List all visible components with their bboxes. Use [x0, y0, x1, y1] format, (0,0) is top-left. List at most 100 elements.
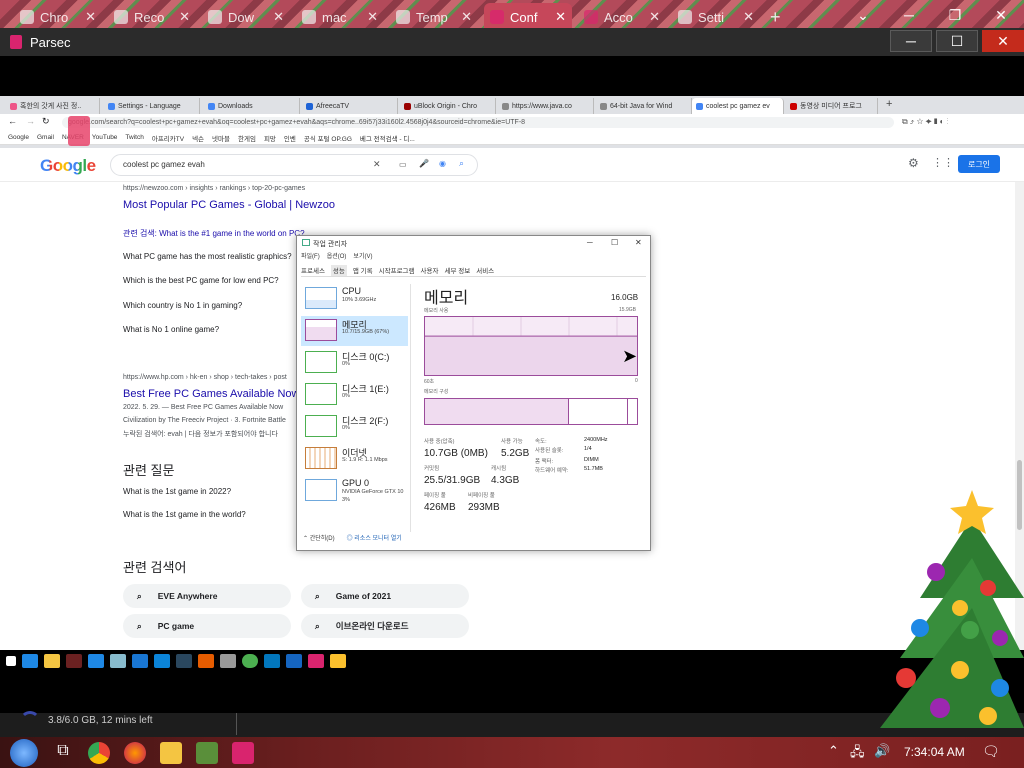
- bookmark[interactable]: Twitch: [125, 134, 143, 141]
- clear-icon[interactable]: ✕: [373, 159, 381, 170]
- menu-view[interactable]: 보기(V): [353, 251, 372, 260]
- notifications-icon[interactable]: 🗨: [982, 743, 1000, 760]
- outer-tab-1[interactable]: Chro ✕: [14, 3, 102, 31]
- inner-tab[interactable]: 혹한의 갓게 사진 정..: [6, 98, 100, 114]
- paa-question[interactable]: What is the 1st game in the world?: [123, 510, 246, 519]
- new-tab-button[interactable]: +: [764, 3, 788, 31]
- new-tab-button[interactable]: +: [886, 98, 892, 110]
- resource-monitor-link[interactable]: ◎ 리소스 모니터 열기: [347, 533, 402, 542]
- related-search-link[interactable]: 관련 검색: What is the #1 game in the world …: [123, 228, 305, 239]
- app-icon[interactable]: [286, 654, 302, 668]
- chrome-icon[interactable]: [88, 741, 110, 764]
- chrome-icon[interactable]: [242, 654, 258, 668]
- bookmark[interactable]: 인벤: [284, 133, 296, 143]
- perf-item-memory[interactable]: 메모리 10.7/15.9GB (67%): [301, 316, 408, 346]
- outer-tab-4[interactable]: mac ✕: [296, 3, 384, 31]
- related-chip[interactable]: ⌕ EVE Anywhere: [123, 584, 291, 608]
- google-logo[interactable]: Google: [40, 156, 96, 176]
- inner-tab[interactable]: Downloads: [204, 98, 300, 114]
- inner-tab[interactable]: https://www.java.co: [498, 98, 594, 114]
- mic-icon[interactable]: 🎤: [419, 159, 429, 168]
- bookmark[interactable]: 피망: [264, 133, 276, 143]
- volume-icon[interactable]: 🔊: [874, 743, 890, 759]
- close-icon[interactable]: ✕: [179, 9, 190, 25]
- bookmark[interactable]: YouTube: [92, 134, 118, 141]
- search-icon[interactable]: ⌕: [459, 158, 464, 169]
- outer-tab-7[interactable]: Acco ✕: [578, 3, 666, 31]
- back-icon[interactable]: ←: [8, 116, 17, 126]
- paa-question[interactable]: Which is the best PC game for low end PC…: [123, 276, 279, 285]
- result-title-link[interactable]: Best Free PC Games Available Now: [123, 388, 299, 400]
- url-field[interactable]: google.com/search?q=coolest+pc+gamez+eva…: [62, 117, 894, 128]
- fewer-details-button[interactable]: ⌃ 간단히(D): [303, 533, 335, 542]
- paa-question[interactable]: What is the 1st game in 2022?: [123, 487, 231, 496]
- firefox-icon[interactable]: [124, 741, 146, 764]
- settings-gear-icon[interactable]: ⚙: [908, 156, 919, 170]
- extensions-icon[interactable]: ⧉ ⤴ ☆ ✦ ❚ ◐ ⋮: [902, 117, 949, 127]
- edge-icon[interactable]: [132, 654, 148, 668]
- bookmark[interactable]: 넷마블: [212, 133, 230, 143]
- reload-icon[interactable]: ↻: [42, 116, 50, 127]
- bookmark[interactable]: 베그 전적검색 - 디...: [360, 133, 415, 143]
- tab-processes[interactable]: 프로세스: [301, 265, 325, 276]
- bookmark[interactable]: 공식 포털 OP.GG: [304, 133, 352, 143]
- bookmark[interactable]: Gmail: [37, 134, 54, 141]
- parsec-icon[interactable]: [308, 654, 324, 668]
- perf-item-disk1[interactable]: 디스크 1(E:) 0%: [301, 380, 408, 410]
- outer-tab-5[interactable]: Temp ✕: [390, 3, 478, 31]
- app-icon[interactable]: [330, 654, 346, 668]
- minimize-button[interactable]: ─: [587, 238, 593, 247]
- tab-app-history[interactable]: 앱 기록: [353, 265, 373, 276]
- tray-chevron-icon[interactable]: ⌃: [828, 743, 839, 759]
- network-icon[interactable]: 🖧: [850, 743, 865, 765]
- outer-tab-8[interactable]: Setti ✕: [672, 3, 760, 31]
- camera-icon[interactable]: ◉: [439, 159, 446, 168]
- keyboard-icon[interactable]: ▭: [399, 160, 407, 169]
- close-icon[interactable]: ✕: [367, 9, 378, 25]
- parsec-icon[interactable]: [232, 741, 254, 764]
- inner-tab[interactable]: AfreecaTV: [302, 98, 398, 114]
- perf-item-cpu[interactable]: CPU 10% 3.69GHz: [301, 284, 408, 314]
- bookmark[interactable]: 아프리카TV: [152, 133, 184, 143]
- close-icon[interactable]: ✕: [273, 9, 284, 25]
- inner-tab-active[interactable]: coolest pc gamez ev: [692, 98, 784, 114]
- parsec-maximize-button[interactable]: ☐: [936, 30, 978, 52]
- tab-search-icon[interactable]: ⌄: [840, 0, 886, 30]
- close-window-button[interactable]: ✕: [978, 0, 1024, 30]
- close-icon[interactable]: ✕: [555, 9, 566, 25]
- tab-users[interactable]: 사용자: [421, 265, 439, 276]
- parsec-overlay-icon[interactable]: [68, 116, 90, 146]
- desktop-icon[interactable]: [22, 654, 38, 668]
- apps-grid-icon[interactable]: ⋮⋮: [932, 156, 954, 169]
- menu-options[interactable]: 옵션(O): [327, 251, 347, 260]
- outer-tab-2[interactable]: Reco ✕: [108, 3, 196, 31]
- windows-start-orb-icon[interactable]: [10, 738, 38, 767]
- close-icon[interactable]: ✕: [649, 9, 660, 25]
- maximize-button[interactable]: ☐: [611, 238, 618, 247]
- bookmark[interactable]: 넥슨: [192, 133, 204, 143]
- menu-file[interactable]: 파일(F): [301, 251, 320, 260]
- inner-tab[interactable]: uBlock Origin - Chro: [400, 98, 496, 114]
- parsec-close-button[interactable]: ✕: [982, 30, 1024, 52]
- paa-question[interactable]: What PC game has the most realistic grap…: [123, 252, 292, 261]
- perf-item-disk2[interactable]: 디스크 2(F:) 0%: [301, 412, 408, 442]
- close-icon[interactable]: ✕: [85, 9, 96, 25]
- bookmark[interactable]: 한게임: [238, 133, 256, 143]
- related-chip[interactable]: ⌕ PC game: [123, 614, 291, 638]
- tab-startup[interactable]: 시작프로그램: [379, 265, 415, 276]
- perf-item-ethernet[interactable]: 이더넷 S: 1.9 R: 1.1 Mbps: [301, 444, 408, 474]
- steam-icon[interactable]: [176, 654, 192, 668]
- inner-tab[interactable]: Settings - Language: [104, 98, 200, 114]
- inner-tab[interactable]: 64-bit Java for Wind: [596, 98, 692, 114]
- minimize-button[interactable]: ─: [886, 0, 932, 30]
- result-title-link[interactable]: Most Popular PC Games - Global | Newzoo: [123, 199, 335, 211]
- outer-tab-3[interactable]: Dow ✕: [202, 3, 290, 31]
- tab-services[interactable]: 서비스: [476, 265, 494, 276]
- app-icon[interactable]: [264, 654, 280, 668]
- related-chip[interactable]: ⌕ 이브온라인 다운로드: [301, 614, 469, 638]
- app-icon[interactable]: [198, 654, 214, 668]
- bookmark[interactable]: Google: [8, 134, 29, 141]
- restore-button[interactable]: ❐: [932, 0, 978, 30]
- app-icon[interactable]: [66, 654, 82, 668]
- app-icon[interactable]: [196, 741, 218, 764]
